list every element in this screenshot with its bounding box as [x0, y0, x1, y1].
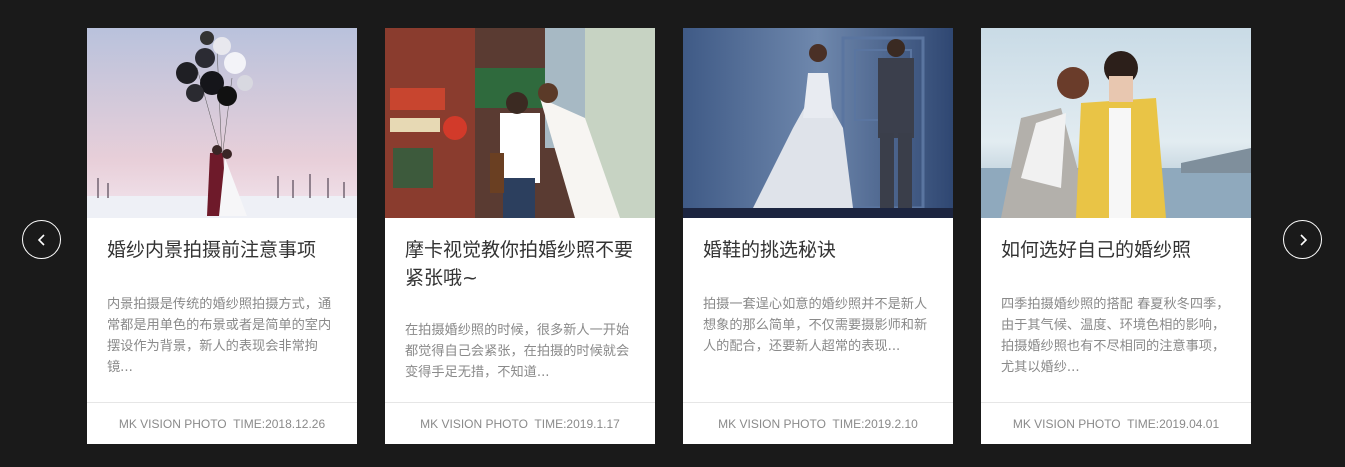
card-title[interactable]: 婚鞋的挑选秘诀	[703, 236, 943, 264]
card-meta: MK VISION PHOTO TIME:2019.2.10	[683, 402, 953, 444]
chevron-left-icon	[37, 233, 45, 246]
card-excerpt: 内景拍摄是传统的婚纱照拍摄方式，通常都是用单色的布景或者是简单的室内摆设作为背景…	[107, 297, 332, 375]
news-card-1[interactable]: 婚纱内景拍摄前注意事项 内景拍摄是传统的婚纱照拍摄方式，通常都是用单色的布景或者…	[87, 28, 357, 444]
carousel-prev-button[interactable]	[22, 220, 61, 259]
card-photo-studio-couple	[683, 28, 953, 218]
card-excerpt: 四季拍摄婚纱照的搭配 春夏秋冬四季，由于其气候、温度、环境色相的影响，拍摄婚纱照…	[1001, 297, 1230, 375]
carousel-next-button[interactable]	[1283, 220, 1322, 259]
card-meta: MK VISION PHOTO TIME:2018.12.26	[87, 402, 357, 444]
card-title[interactable]: 如何选好自己的婚纱照	[1001, 236, 1241, 264]
card-title[interactable]: 婚纱内景拍摄前注意事项	[107, 236, 347, 264]
news-carousel: 婚纱内景拍摄前注意事项 内景拍摄是传统的婚纱照拍摄方式，通常都是用单色的布景或者…	[0, 0, 1345, 467]
news-card-4[interactable]: 如何选好自己的婚纱照 四季拍摄婚纱照的搭配 春夏秋冬四季，由于其气候、温度、环境…	[981, 28, 1251, 444]
card-excerpt: 拍摄一套逞心如意的婚纱照并不是新人想象的那么简单，不仅需要摄影师和新人的配合，还…	[703, 297, 928, 354]
card-excerpt: 在拍摄婚纱照的时候，很多新人一开始都觉得自己会紧张，在拍摄的时候就会变得手足无措…	[405, 323, 630, 380]
card-meta: MK VISION PHOTO TIME:2019.04.01	[981, 402, 1251, 444]
news-card-3[interactable]: 婚鞋的挑选秘诀 拍摄一套逞心如意的婚纱照并不是新人想象的那么简单，不仅需要摄影师…	[683, 28, 953, 444]
chevron-right-icon	[1299, 233, 1307, 246]
card-meta: MK VISION PHOTO TIME:2019.1.17	[385, 402, 655, 444]
card-title[interactable]: 摩卡视觉教你拍婚纱照不要紧张哦~	[405, 236, 645, 292]
news-card-2[interactable]: 摩卡视觉教你拍婚纱照不要紧张哦~ 在拍摄婚纱照的时候，很多新人一开始都觉得自己会…	[385, 28, 655, 444]
card-photo-seaside-couple	[981, 28, 1251, 218]
card-photo-balloons-wedding	[87, 28, 357, 218]
card-photo-street-couple	[385, 28, 655, 218]
